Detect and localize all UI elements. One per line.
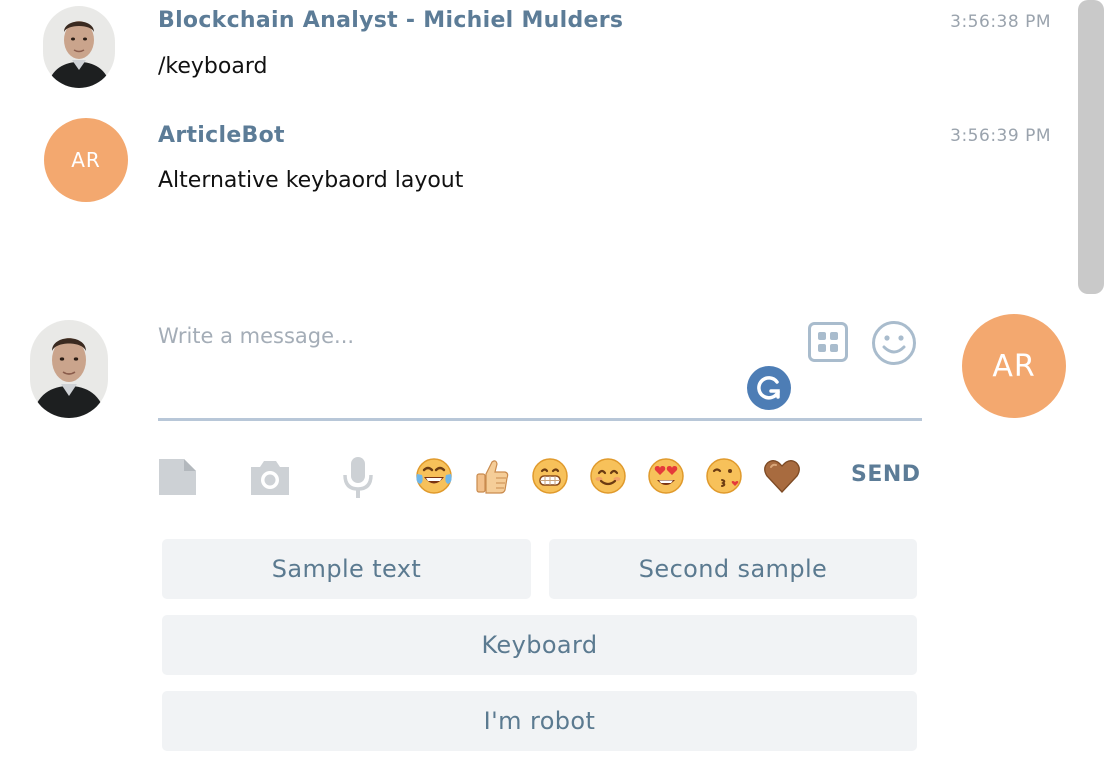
keyboard-button-im-robot[interactable]: I'm robot xyxy=(162,691,917,751)
thumbs-up-emoji-icon[interactable] xyxy=(472,456,512,496)
microphone-icon[interactable] xyxy=(336,455,380,499)
keyboard-button-sample-text[interactable]: Sample text xyxy=(162,539,531,599)
message-author[interactable]: Blockchain Analyst - Michiel Mulders xyxy=(158,8,623,33)
avatar-initials: AR xyxy=(71,148,101,172)
brown-heart-emoji-icon[interactable] xyxy=(762,456,802,496)
message-input[interactable] xyxy=(158,316,798,356)
kissing-face-emoji-icon[interactable] xyxy=(704,456,744,496)
grammarly-icon[interactable] xyxy=(747,366,791,410)
heart-eyes-emoji-icon[interactable] xyxy=(646,456,686,496)
bot-avatar[interactable]: AR xyxy=(44,118,128,202)
message-timestamp: 3:56:38 PM xyxy=(950,12,1051,32)
self-avatar-photo[interactable] xyxy=(30,320,108,418)
grinning-face-emoji-icon[interactable] xyxy=(530,456,570,496)
smile-icon[interactable] xyxy=(871,320,917,366)
keyboard-button-keyboard[interactable]: Keyboard xyxy=(162,615,917,675)
avatar-initials: AR xyxy=(992,348,1036,384)
message-text: /keyboard xyxy=(158,54,268,79)
camera-icon[interactable] xyxy=(248,455,292,499)
scrollbar-thumb[interactable] xyxy=(1078,0,1104,294)
message-author[interactable]: ArticleBot xyxy=(158,123,285,148)
send-button[interactable]: SEND xyxy=(851,462,921,487)
message-item: Blockchain Analyst - Michiel Mulders /ke… xyxy=(0,0,1070,100)
chat-window: Blockchain Analyst - Michiel Mulders /ke… xyxy=(0,0,1108,780)
bot-commands-icon[interactable] xyxy=(808,322,848,362)
keyboard-button-second-sample[interactable]: Second sample xyxy=(549,539,917,599)
message-text: Alternative keybaord layout xyxy=(158,168,464,193)
input-underline xyxy=(158,418,922,421)
smiling-face-emoji-icon[interactable] xyxy=(588,456,628,496)
message-timestamp: 3:56:39 PM xyxy=(950,126,1051,146)
scrollbar[interactable] xyxy=(1068,0,1108,780)
file-icon[interactable] xyxy=(156,455,200,499)
message-item: AR ArticleBot Alternative keybaord layou… xyxy=(0,110,1070,210)
peer-avatar[interactable]: AR xyxy=(962,314,1066,418)
user-avatar-photo[interactable] xyxy=(43,6,115,88)
tears-of-joy-emoji-icon[interactable] xyxy=(414,456,454,496)
